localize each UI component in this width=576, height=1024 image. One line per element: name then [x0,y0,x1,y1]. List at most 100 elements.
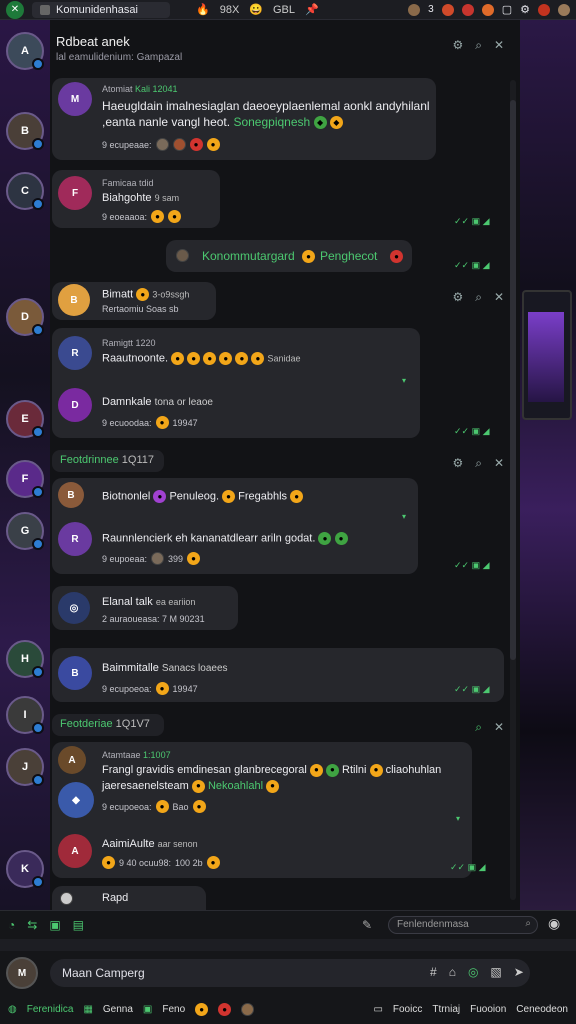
close-icon[interactable]: ✕ [494,720,504,735]
message-bubble[interactable]: F Famicaa tdid Biahgohte 9 sam 9 eoeaaoa… [52,170,220,228]
sticker-icon[interactable]: ◎ [468,965,478,979]
gif-icon[interactable]: ▧ [490,965,501,979]
avatar[interactable]: ◆ [58,782,94,818]
reaction-emoji-icon[interactable]: ● [187,552,201,565]
layout-icon[interactable]: ▤ [73,918,84,932]
avatar[interactable]: B [6,112,44,150]
flame-icon[interactable]: ● [195,1002,209,1016]
message-bubble[interactable]: B Biotnonlel ● Penuleog. ● Fregabhls ● ▾… [52,478,418,574]
chevron-down-icon[interactable]: ▾ [402,512,406,521]
reaction-emoji-icon[interactable]: ● [192,800,206,813]
avatar[interactable]: G [6,512,44,550]
search-icon[interactable]: ⌕ [475,290,482,305]
reaction-emoji-icon[interactable]: ● [155,682,169,695]
alert-icon[interactable] [461,3,474,16]
avatar[interactable]: F [6,460,44,498]
chevron-down-icon[interactable]: ▾ [402,376,406,385]
bottom-link[interactable]: Ferenidica [27,1004,74,1015]
search-icon[interactable]: ⌕ [475,456,482,471]
message-bubble[interactable]: M Atomiat Kali 12041 Haeugldain imalnesi… [52,78,436,160]
search-icon[interactable]: ⌕ [475,38,482,53]
avatar[interactable]: B [58,482,84,508]
bottom-link[interactable]: Genna [103,1004,133,1015]
avatar[interactable]: A [6,32,44,70]
reaction-emoji-icon[interactable]: ● [155,416,169,429]
record-icon[interactable] [538,3,550,16]
reaction-emoji-icon[interactable]: ● [155,800,169,813]
gear-icon[interactable]: ⚙ [452,290,463,305]
search-icon[interactable]: ⌕ [475,720,482,735]
reaction-emoji-icon[interactable]: ● [168,210,182,223]
avatar[interactable]: M [6,957,38,989]
attach-icon[interactable]: ▣ [49,918,60,932]
avatar[interactable] [176,249,189,262]
avatar[interactable]: C [6,172,44,210]
reaction-avatar-icon[interactable] [151,552,165,565]
fire-icon[interactable] [481,3,494,16]
bottom-link[interactable]: Fooicc [393,1004,422,1015]
reaction-emoji-icon[interactable]: ● [102,856,115,869]
window-icon[interactable]: ▢ [502,3,512,16]
pin-icon[interactable]: 📌 [305,3,319,16]
profile-icon[interactable] [558,3,570,16]
close-icon[interactable]: ✕ [494,290,504,305]
settings-icon[interactable]: ⚙ [520,3,530,16]
message-bubble[interactable]: B Bimatt ● 3-o9ssgh Rertaomiu Soas sb [52,282,216,320]
gear-icon[interactable]: ⚙ [452,38,463,53]
avatar[interactable]: H [6,640,44,678]
avatar[interactable]: D [58,388,92,422]
avatar[interactable]: B [58,656,92,690]
avatar[interactable]: R [58,336,92,370]
message-bubble-outgoing[interactable]: Konommutargard ● Penghecot ● [166,240,412,272]
send-icon[interactable]: ➤ [514,965,524,979]
message-bubble[interactable]: B Baimmitalle Sanacs loaees 9 ecupoeoa: … [52,648,504,702]
scrollbar-thumb[interactable] [510,100,516,660]
scrollbar[interactable] [510,80,516,900]
close-icon[interactable]: ✕ [494,38,504,53]
message-bubble[interactable]: Rapd [52,886,206,910]
bottom-link[interactable]: Fuooion [470,1004,506,1015]
user-avatar-icon[interactable]: ◉ [548,915,560,932]
avatar[interactable]: E [6,400,44,438]
user-avatar-icon[interactable] [408,3,421,16]
search-input[interactable]: Fenlendenmasa ⌕ [388,916,538,934]
avatar[interactable]: M [58,82,92,116]
avatar[interactable]: B [58,284,90,316]
avatar[interactable]: A [58,834,92,868]
chat-icon[interactable]: ▭ [373,1004,382,1015]
heart-icon[interactable]: ● [218,1002,232,1016]
reaction-emoji-icon[interactable]: ● [151,210,165,223]
hashtag-icon[interactable]: # [430,965,437,979]
avatar[interactable]: K [6,850,44,888]
pen-icon[interactable]: ✎ [362,918,372,932]
code-icon[interactable]: ⇆ [27,918,37,932]
avatar[interactable] [60,892,73,905]
grid-icon[interactable]: ▦ [83,1004,92,1015]
app-tab[interactable]: Komunidenhasai [32,1,170,18]
message-bubble[interactable]: A Atamtaae 1:1007 Frangl gravidis emdine… [52,742,472,878]
reaction-emoji-icon[interactable]: ● [206,856,220,869]
reaction-emoji-icon[interactable]: ● [189,138,203,151]
message-bubble[interactable]: R Ramigtt 1220 Raautnoonte. ● ● ● ● ● ● … [52,328,420,438]
message-bubble[interactable]: ◎ Elanal talk ea eariion 2 auraoueasa: 7… [52,586,238,630]
box-icon[interactable]: ▣ [143,1004,152,1015]
chevron-down-icon[interactable]: ▾ [456,814,460,823]
avatar[interactable]: A [58,746,86,774]
close-icon[interactable]: ✕ [494,456,504,471]
avatar[interactable]: ◎ [58,592,90,624]
avatar[interactable] [241,1002,255,1016]
avatar[interactable]: J [6,748,44,786]
avatar[interactable]: R [58,522,92,556]
home-icon[interactable]: ◍ [8,1004,17,1015]
bottom-link[interactable]: Ceneodeon [516,1004,568,1015]
reaction-avatar-icon[interactable] [155,138,169,151]
camera-icon[interactable]: ⌂ [449,965,456,979]
search-icon[interactable]: ⌕ [525,918,531,929]
timer-icon[interactable]: ◔ [8,918,15,932]
notification-icon[interactable] [441,3,454,16]
gear-icon[interactable]: ⚙ [452,456,463,471]
reaction-emoji-icon[interactable]: ● [206,138,220,151]
bottom-link[interactable]: Feno [162,1004,185,1015]
bottom-link[interactable]: Ttrniaj [432,1004,460,1015]
avatar[interactable]: D [6,298,44,336]
